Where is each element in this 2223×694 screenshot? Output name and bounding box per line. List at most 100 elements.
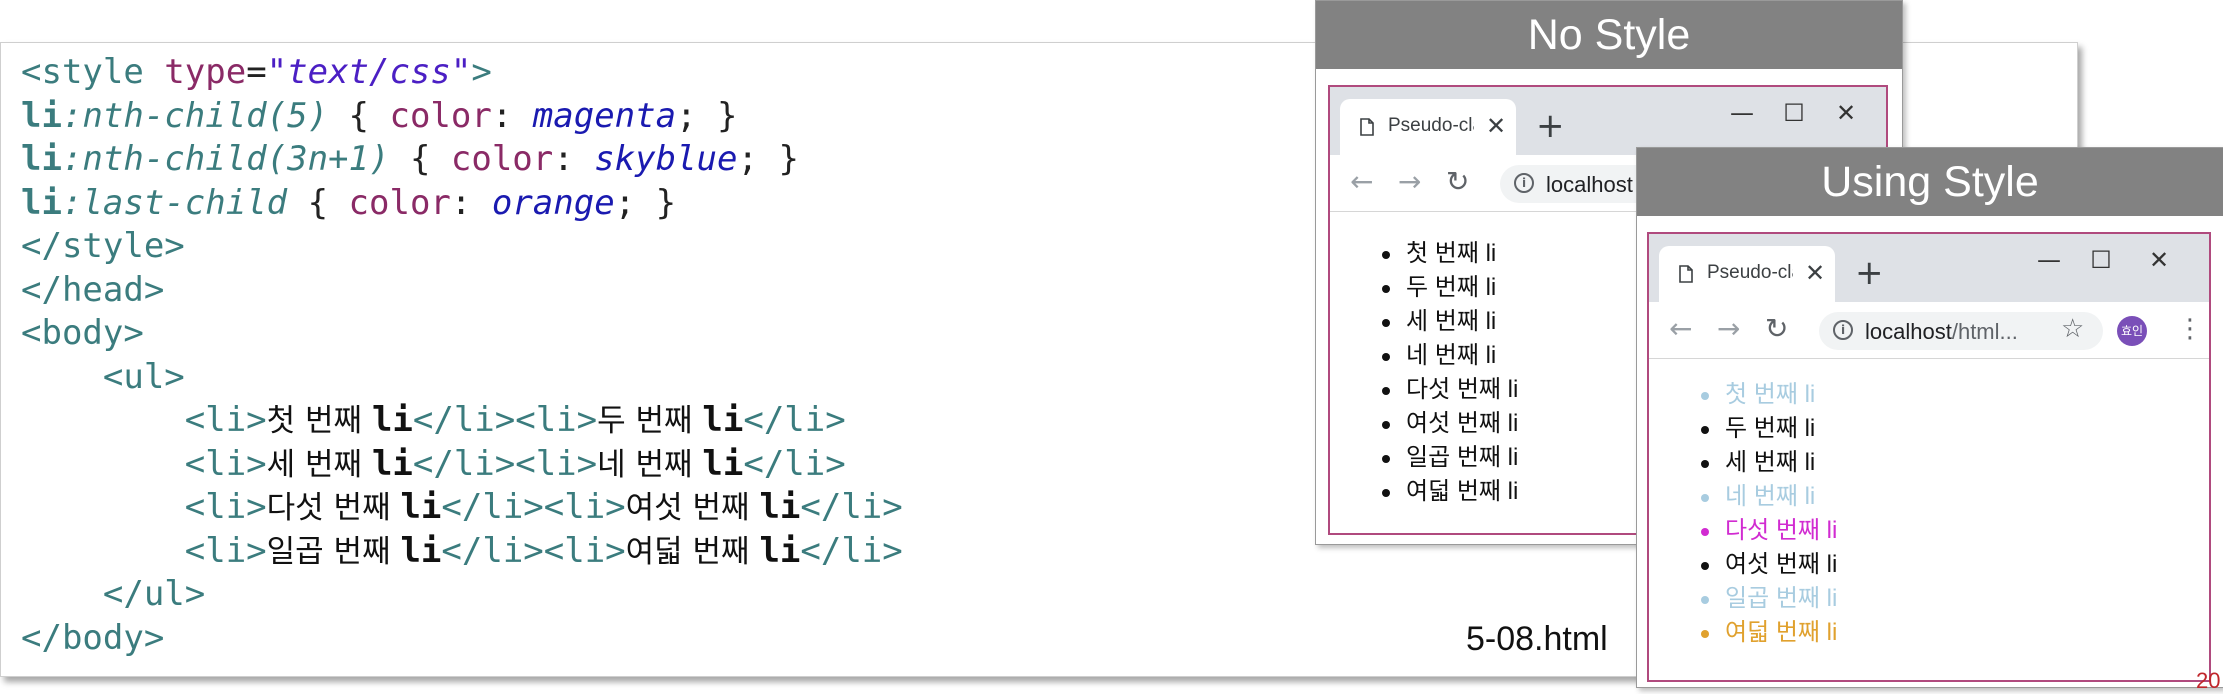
code-token: </style>: [21, 226, 185, 266]
info-icon[interactable]: i: [1833, 320, 1853, 340]
list-item: 세 번째 li: [1701, 446, 1837, 480]
list-item: 세 번째 li: [1382, 305, 1518, 339]
code-token: </body>: [21, 617, 165, 658]
bullet-icon: [1382, 251, 1390, 259]
url-path: /html...: [1951, 319, 2018, 344]
list-item: 다섯 번째 li: [1701, 514, 1837, 548]
close-window-icon[interactable]: ✕: [2139, 242, 2179, 278]
list-item-text: 여섯 번째 li: [1406, 410, 1519, 437]
info-icon[interactable]: i: [1514, 173, 1534, 193]
minimize-icon[interactable]: —: [2029, 242, 2069, 278]
document-icon: [1360, 118, 1374, 136]
new-tab-icon[interactable]: +: [1855, 256, 1884, 290]
item-list: 첫 번째 li 두 번째 li 세 번째 li 네 번째 li 다섯 번째 li 여섯 번…: [1382, 237, 1519, 509]
code-token: ; }: [676, 95, 738, 136]
code-token: 여섯 번째: [625, 490, 760, 526]
list-item: 여섯 번째 li: [1382, 407, 1519, 441]
bullet-icon: [1701, 494, 1709, 502]
no-style-header: No Style: [1316, 1, 1902, 69]
list-item: 첫 번째 li: [1382, 237, 1518, 271]
code-token: li: [759, 530, 801, 571]
code-token: li: [400, 530, 442, 571]
list-item-text: 여섯 번째 li: [1725, 551, 1838, 578]
menu-icon[interactable]: ⋮: [2177, 314, 2203, 344]
browser-tab[interactable]: Pseudo-class ✕: [1340, 99, 1516, 155]
code-line: li:nth-child(3n+1) { color: skyblue; }: [21, 138, 903, 182]
close-tab-icon[interactable]: ✕: [1805, 258, 1825, 288]
bullet-icon: [1701, 528, 1709, 536]
code-line: <li>일곱 번째 li</li><li>여덟 번째 li</li>: [21, 530, 903, 574]
code-token: </li>: [743, 443, 846, 484]
code-token: {: [328, 95, 390, 136]
url-host: localhost: [1865, 319, 1952, 344]
back-icon[interactable]: ←: [1669, 312, 1692, 346]
list-item-text: 두 번째 li: [1725, 415, 1816, 442]
file-label: 5-08.html: [1466, 620, 1608, 658]
url-text: localhost: [1546, 172, 1633, 197]
code-token: li: [702, 443, 744, 484]
list-item-text: 두 번째 li: [1406, 274, 1497, 301]
forward-icon[interactable]: →: [1717, 312, 1740, 346]
close-window-icon[interactable]: ✕: [1826, 95, 1866, 131]
url-text: localhost/html...: [1865, 319, 2018, 345]
maximize-icon[interactable]: ☐: [2081, 242, 2121, 278]
using-style-header: Using Style: [1637, 148, 2223, 216]
list-item: 여섯 번째 li: [1701, 548, 1838, 582]
code-token: 일곱 번째: [266, 533, 401, 570]
code-line: <style type="text/css">: [21, 51, 903, 95]
browser-toolbar: ← → ↻ i localhost/html... ☆ 효인 ⋮: [1649, 302, 2209, 359]
code-token: <li>: [184, 530, 267, 571]
list-item: 첫 번째 li: [1701, 378, 1837, 412]
code-line: </body>: [21, 617, 903, 661]
code-line: <ul>: [21, 356, 903, 400]
code-token: :nth-child(5): [61, 95, 329, 136]
list-item-text: 세 번째 li: [1406, 308, 1497, 335]
code-token: </li><li>: [412, 443, 598, 484]
code-token: 네 번째: [597, 446, 703, 483]
code-line: </head>: [21, 269, 903, 313]
code-token: li: [21, 139, 62, 179]
bullet-icon: [1701, 392, 1709, 400]
reload-icon[interactable]: ↻: [1446, 165, 1469, 199]
list-item-text: 여덟 번째 li: [1406, 478, 1519, 505]
code-token: :: [491, 95, 533, 136]
reload-icon[interactable]: ↻: [1765, 312, 1788, 346]
page-content: 첫 번째 li 두 번째 li 세 번째 li 네 번째 li 다섯 번째 li 여섯 번…: [1382, 237, 1519, 509]
code-token: <li>: [184, 487, 267, 527]
maximize-icon[interactable]: ☐: [1774, 95, 1814, 131]
list-item: 두 번째 li: [1701, 412, 1837, 446]
bullet-icon: [1382, 421, 1390, 429]
code-token: "text/css": [266, 52, 472, 92]
list-item: 두 번째 li: [1382, 271, 1518, 305]
code-token: </ul>: [102, 574, 206, 614]
tab-bar: Pseudo-class ✕ + — ☐ ✕: [1649, 234, 2209, 302]
list-item: 일곱 번째 li: [1382, 441, 1518, 475]
code-token: {: [389, 139, 451, 179]
close-tab-icon[interactable]: ✕: [1486, 111, 1506, 141]
bookmark-star-icon[interactable]: ☆: [2061, 314, 2084, 344]
code-line: <body>: [21, 312, 903, 356]
browser-tab[interactable]: Pseudo-class ✕: [1659, 246, 1835, 302]
code-token: <li>: [184, 400, 267, 440]
code-token: <li>: [184, 443, 267, 484]
code-token: :last-child: [61, 182, 288, 223]
code-token: li: [21, 182, 62, 223]
code-token: ; }: [737, 139, 799, 179]
code-token: skyblue: [594, 139, 738, 179]
code-token: 두 번째: [597, 403, 703, 439]
bullet-icon: [1382, 319, 1390, 327]
avatar[interactable]: 효인: [2117, 316, 2147, 346]
code-token: li: [371, 443, 413, 484]
forward-icon[interactable]: →: [1398, 165, 1421, 199]
new-tab-icon[interactable]: +: [1536, 109, 1565, 143]
back-icon[interactable]: ←: [1350, 165, 1373, 199]
code-token: <style: [21, 52, 165, 92]
list-item-text: 다섯 번째 li: [1406, 376, 1519, 403]
list-item-text: 첫 번째 li: [1406, 240, 1497, 267]
code-line: li:last-child { color: orange; }: [21, 182, 903, 226]
minimize-icon[interactable]: —: [1722, 95, 1762, 131]
